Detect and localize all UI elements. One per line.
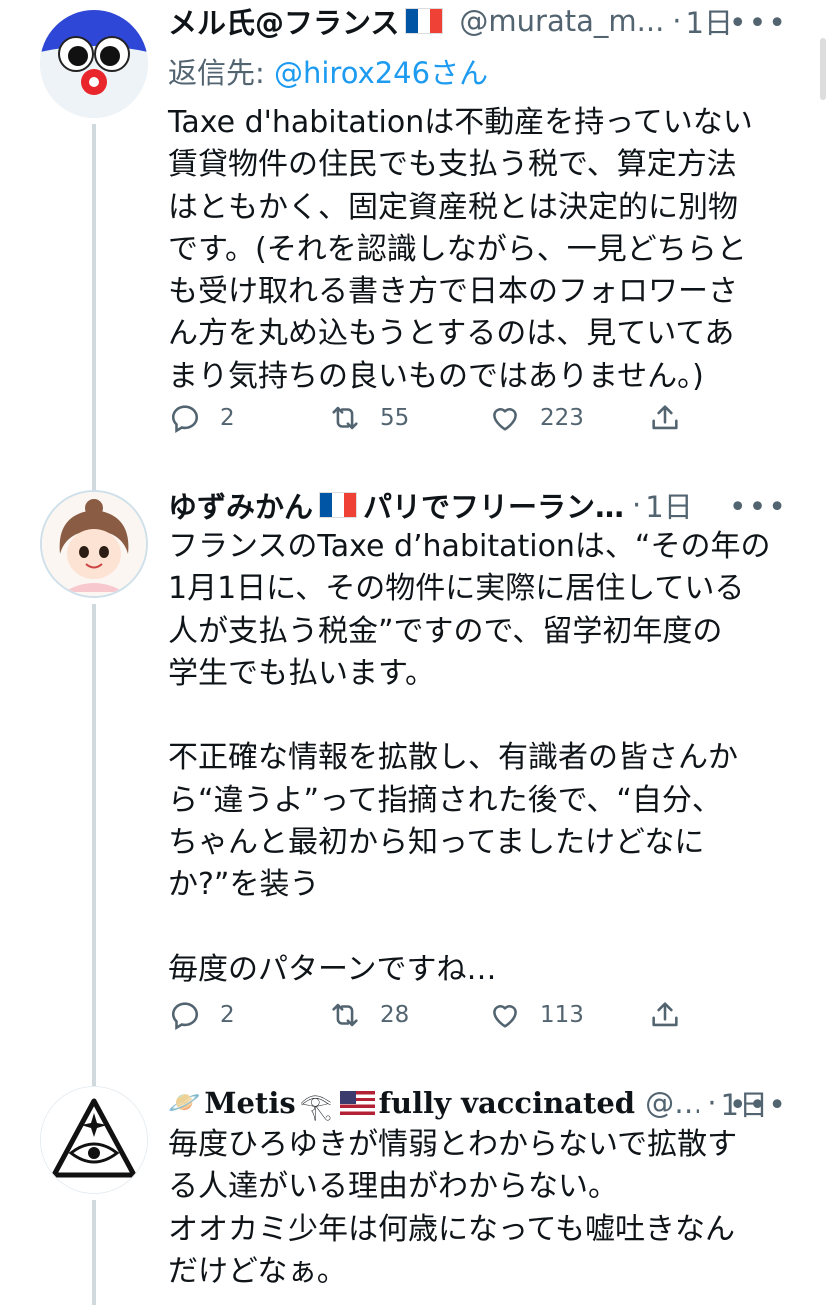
display-name[interactable]: ゆずみかん [168,484,313,526]
avatar[interactable] [40,1086,148,1194]
username[interactable]: @... [645,1086,699,1120]
thread-line [92,124,96,480]
tweet-text: 毎度ひろゆきが情弱とわからないで拡散す る人達がいる理由がわからない。 オオカミ… [168,1127,738,1289]
avatar[interactable] [40,490,148,598]
like-button[interactable]: 113 [488,998,584,1032]
display-name-suffix[interactable]: fully vaccinated [379,1086,636,1120]
tweet-text: フランスのTaxe d’habitationは、“その年の 1月1日に、その物件… [168,529,771,987]
france-flag-icon [319,492,358,518]
thread-line [92,480,96,490]
retweet-icon [332,1003,358,1027]
tweet-1[interactable]: メル氏@フランス @murata_m... · 1日 ••• 返信先: @hir… [0,0,828,480]
heart-icon [493,408,517,431]
timestamp[interactable]: 1日 [686,0,733,42]
separator-dot: · [672,4,682,38]
thread-line [92,1076,96,1086]
avatar[interactable] [40,10,148,118]
share-icon [652,1002,678,1027]
tweet-actions: 2 55 223 [168,401,708,445]
reply-to-user[interactable]: @hirox246さん [274,56,488,90]
us-flag-icon [340,1091,375,1115]
retweet-button[interactable]: 28 [328,998,409,1032]
reply-button[interactable]: 2 [168,998,235,1032]
reply-to-prefix: 返信先: [168,56,274,90]
timestamp[interactable]: 1日 [645,484,692,526]
retweet-icon [332,406,358,430]
planet-icon: 🪐 [168,1088,201,1118]
tweet-header: メル氏@フランス @murata_m... · 1日 [168,0,768,44]
tweet-actions: 2 28 113 [168,998,708,1042]
retweet-count: 28 [380,1002,410,1028]
display-name[interactable]: Metis [204,1086,295,1120]
tweet-3[interactable]: 🪐 Metis 𓂀 fully vaccinated @... · 1日 •••… [0,1076,828,1305]
retweet-count: 55 [380,405,410,431]
thread-line [92,1200,96,1305]
tweet-2[interactable]: ゆずみかん パリでフリーラン… · 1日 ••• フランスのTaxe d’hab… [0,480,828,1076]
tweet-header: 🪐 Metis 𓂀 fully vaccinated @... · 1日 [168,1080,768,1126]
username[interactable]: @murata_m... [459,4,664,38]
display-name[interactable]: メル氏@フランス [168,0,399,42]
more-options-icon[interactable]: ••• [729,490,788,525]
more-options-icon[interactable]: ••• [729,1088,788,1123]
reply-to: 返信先: @hirox246さん [168,50,488,92]
share-button[interactable] [648,401,700,435]
more-options-icon[interactable]: ••• [729,6,788,41]
heart-icon [493,1005,517,1028]
reply-icon [171,1002,199,1031]
thread-line [92,604,96,1076]
like-count: 113 [540,1002,584,1028]
reply-button[interactable]: 2 [168,401,235,435]
separator-dot: · [707,1086,717,1120]
reply-count: 2 [220,405,235,431]
france-flag-icon [405,8,444,34]
display-name-suffix[interactable]: パリでフリーラン… [363,484,624,526]
share-icon [652,405,678,430]
reply-icon [171,405,199,434]
like-button[interactable]: 223 [488,401,584,435]
like-count: 223 [540,405,584,431]
reply-count: 2 [220,1002,235,1028]
tweet-text: Taxe d'habitationは不動産を持っていない 賃貸物件の住民でも支払… [168,105,753,394]
tweet-header: ゆずみかん パリでフリーラン… · 1日 [168,482,768,528]
separator-dot: · [632,488,642,522]
share-button[interactable] [648,998,700,1032]
retweet-button[interactable]: 55 [328,401,409,435]
eye-of-horus-icon: 𓂀 [299,1092,333,1122]
